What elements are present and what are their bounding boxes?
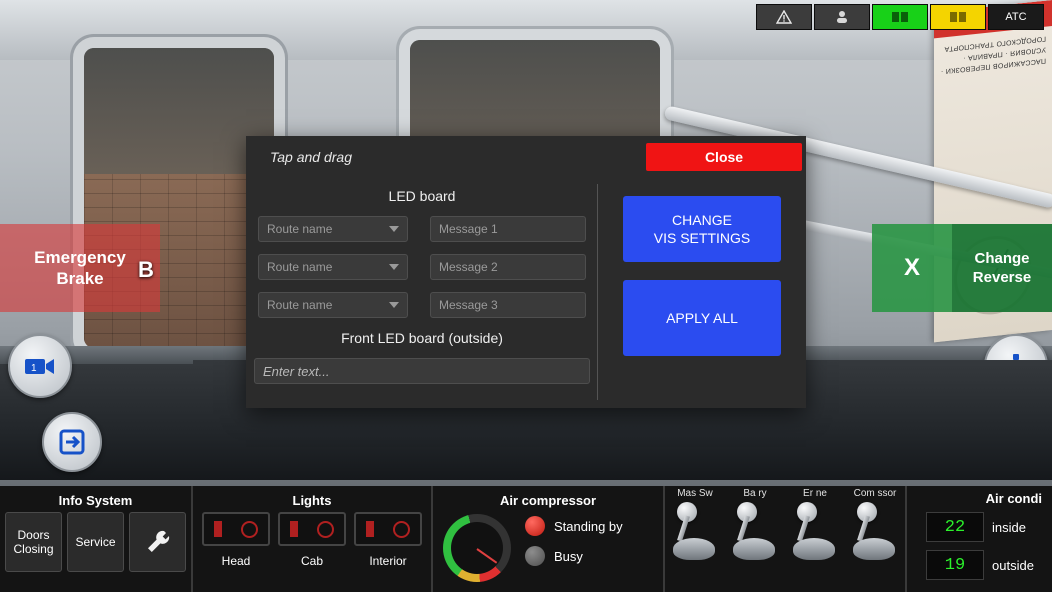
cab-light-switch[interactable]: -	[193, 360, 1052, 546]
x-key-button[interactable]: X	[872, 224, 952, 312]
outside-temp-row: 19 outside	[926, 550, 1044, 580]
close-button[interactable]: Close	[646, 143, 802, 171]
compressor-label: Com ssor	[853, 488, 897, 499]
change-reverse-label: Change Reverse	[972, 250, 1032, 286]
route-name-value-3: Route name	[267, 298, 333, 312]
air-compressor-title: Air compressor	[499, 493, 597, 508]
head-light-label: Head	[221, 554, 251, 568]
atc-indicator[interactable]: ATC	[988, 4, 1044, 30]
inside-temp-row: 22 inside	[926, 512, 1044, 542]
wrench-icon	[147, 530, 169, 552]
apply-all-button[interactable]: APPLY ALL	[623, 280, 781, 356]
dialog-actions: CHANGE VIS SETTINGS APPLY ALL	[598, 178, 806, 408]
front-led-input[interactable]: Enter text...	[254, 358, 590, 384]
interior-light-label: Interior	[369, 554, 407, 568]
route-name-value-1: Route name	[267, 222, 333, 236]
air-compressor-section: Air compressor Standing by Busy	[433, 486, 665, 592]
outside-temp-value: 19	[926, 550, 984, 580]
inside-temp-label: inside	[992, 519, 1026, 535]
info-system-title: Info System	[58, 493, 133, 508]
engine-label: Er ne	[803, 488, 827, 499]
standing-by-label: Standing by	[554, 518, 623, 534]
b-key-button[interactable]: B	[100, 248, 192, 292]
lights-title: Lights	[292, 493, 332, 508]
doors-closing-button[interactable]: Doors Closing	[5, 512, 62, 572]
camera-button[interactable]: 1	[8, 334, 72, 398]
air-pressure-gauge	[443, 514, 511, 582]
led-row-1: Route name Message 1	[254, 216, 590, 242]
interior-light-switch[interactable]: -	[193, 360, 1052, 546]
standing-by-status: Standing by	[525, 516, 623, 536]
dialog-divider	[597, 184, 598, 400]
battery-lever[interactable]: Ba ry	[727, 488, 783, 560]
interior-light-cell: - Interior	[193, 360, 1052, 568]
service-button[interactable]: Service	[67, 512, 124, 572]
air-conditioning-section: Air condi 22 inside 19 outside	[907, 486, 1052, 592]
head-light-switch[interactable]: -	[193, 360, 1052, 546]
inside-temp-value: 22	[926, 512, 984, 542]
passenger-icon[interactable]	[814, 4, 870, 30]
route-name-select-3[interactable]: Route name	[258, 292, 408, 318]
chevron-down-icon	[389, 226, 399, 232]
dialog-header[interactable]: Tap and drag Close	[246, 136, 806, 178]
busy-label: Busy	[554, 548, 583, 564]
route-name-value-2: Route name	[267, 260, 333, 274]
chevron-down-icon	[389, 302, 399, 308]
master-switch-lever[interactable]: Mas Sw	[667, 488, 723, 560]
chevron-down-icon	[389, 264, 399, 270]
led-row-3: Route name Message 3	[254, 292, 590, 318]
lights-section: Lights - Head - Cab - Interior	[193, 360, 1052, 592]
route-name-select-2[interactable]: Route name	[258, 254, 408, 280]
battery-label: Ba ry	[743, 488, 767, 499]
wrench-icon-button[interactable]	[129, 512, 186, 572]
standing-by-led	[525, 516, 545, 536]
message-value-2: Message 2	[439, 260, 498, 274]
levers-section: Mas Sw Ba ry Er ne Com ssor	[665, 486, 907, 592]
door-exit-icon	[59, 429, 85, 455]
air-conditioning-title: Air condi	[985, 491, 1042, 506]
front-led-title: Front LED board (outside)	[341, 330, 503, 346]
doors-closing-label: Doors Closing	[13, 528, 54, 556]
message-value-1: Message 1	[439, 222, 498, 236]
cab-light-cell: - Cab	[193, 360, 1052, 568]
poster-text: ПАССАЖИРОВ ПЕРЕВОЗКИ · УСЛОВИЯ · ПРАВИЛА…	[940, 34, 1046, 75]
cab-light-label: Cab	[300, 554, 323, 568]
change-reverse-button[interactable]: Change Reverse	[952, 224, 1052, 312]
camera-icon: 1	[25, 359, 54, 374]
compressor-lever[interactable]: Com ssor	[847, 488, 903, 560]
status-bar: ATC	[756, 4, 1044, 30]
route-name-select-1[interactable]: Route name	[258, 216, 408, 242]
message-input-3[interactable]: Message 3	[430, 292, 586, 318]
info-system-section: Info System Doors Closing Service	[0, 486, 193, 592]
game-screen: ПАССАЖИРОВ ПЕРЕВОЗКИ · УСЛОВИЯ · ПРАВИЛА…	[0, 0, 1052, 592]
message-value-3: Message 3	[439, 298, 498, 312]
door-yellow-icon[interactable]	[930, 4, 986, 30]
led-row-2: Route name Message 2	[254, 254, 590, 280]
warning-triangle-icon[interactable]	[756, 4, 812, 30]
front-led-placeholder: Enter text...	[263, 363, 330, 379]
message-input-2[interactable]: Message 2	[430, 254, 586, 280]
svg-text:1: 1	[31, 363, 37, 374]
busy-status: Busy	[525, 546, 623, 566]
led-board-form: LED board Route name Message 1 Route nam…	[246, 178, 598, 408]
drag-hint-label: Tap and drag	[270, 149, 352, 165]
outside-temp-label: outside	[992, 557, 1034, 573]
master-switch-label: Mas Sw	[677, 488, 713, 499]
service-label: Service	[75, 535, 116, 549]
engine-lever[interactable]: Er ne	[787, 488, 843, 560]
head-light-cell: - Head	[193, 360, 1052, 568]
message-input-1[interactable]: Message 1	[430, 216, 586, 242]
bottom-control-bar: Info System Doors Closing Service Lights	[0, 360, 1052, 592]
led-board-title: LED board	[388, 188, 456, 204]
change-vis-settings-button[interactable]: CHANGE VIS SETTINGS	[623, 196, 781, 262]
busy-led	[525, 546, 545, 566]
door-exit-button[interactable]	[42, 412, 102, 472]
door-green-icon[interactable]	[872, 4, 928, 30]
led-board-dialog: Tap and drag Close LED board Route name …	[246, 136, 806, 408]
